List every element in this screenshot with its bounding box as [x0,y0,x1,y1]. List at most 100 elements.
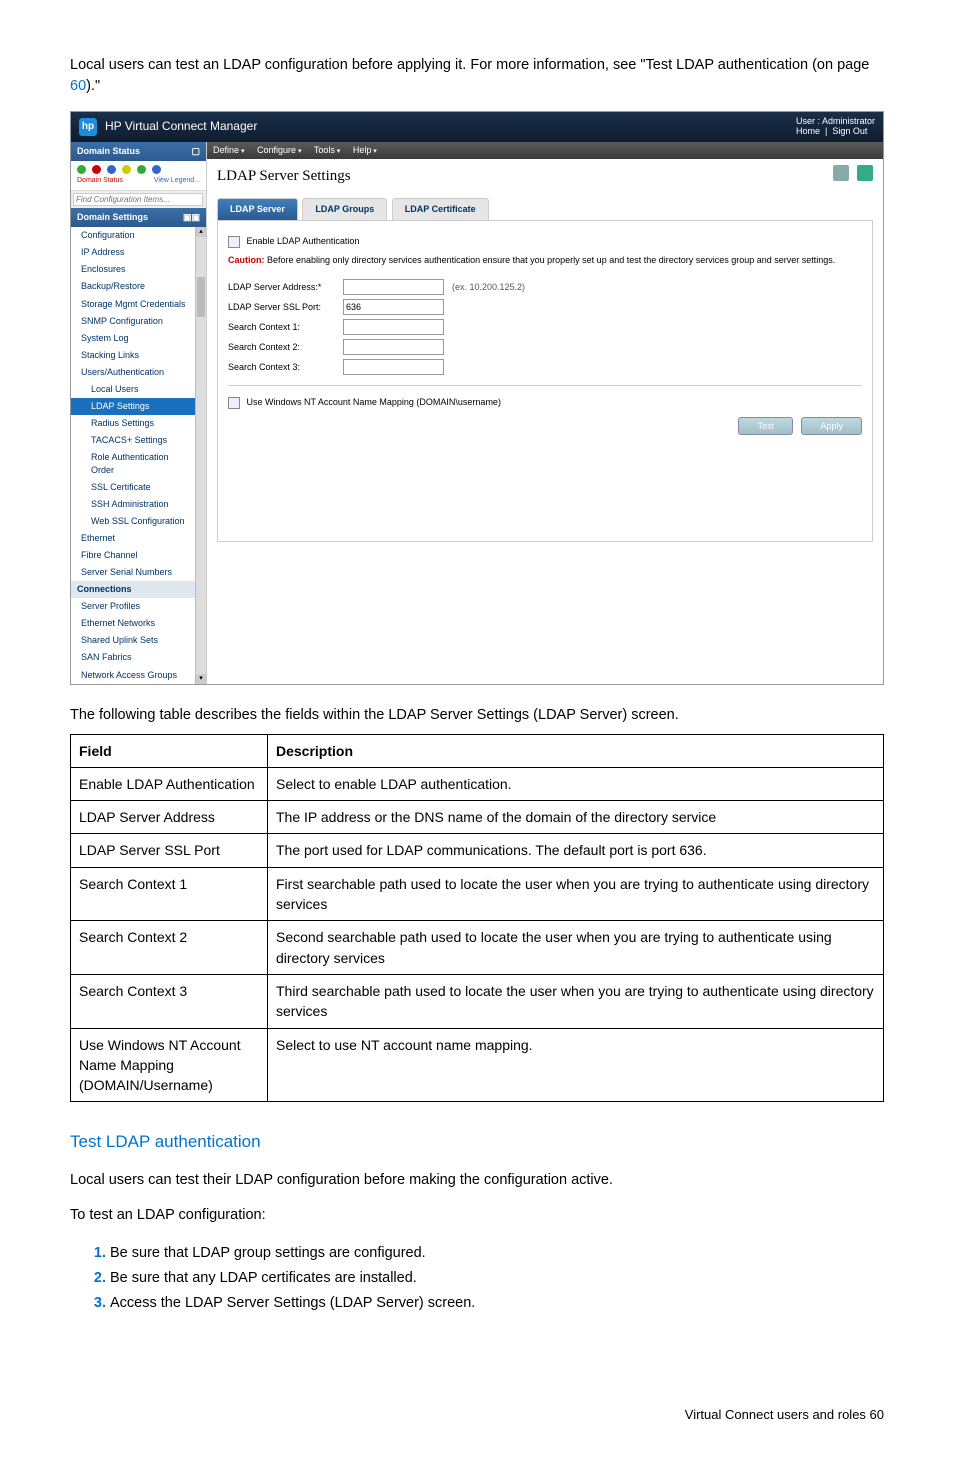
th-field: Field [71,734,268,767]
nav-ethernet[interactable]: Ethernet [71,530,195,547]
table-row: Search Context 2 [71,921,268,975]
table-row: Select to use NT account name mapping. [268,1028,884,1102]
nav-storage-mgmt[interactable]: Storage Mgmt Credentials [71,296,195,313]
nav-web-ssl[interactable]: Web SSL Configuration [71,513,195,530]
nav-configuration[interactable]: Configuration [71,227,195,244]
section-p1: Local users can test their LDAP configur… [70,1170,884,1191]
table-row: Search Context 3 [71,974,268,1028]
tab-bar: LDAP Server LDAP Groups LDAP Certificate [217,198,873,220]
status-warn-icon [122,165,131,174]
list-item: Access the LDAP Server Settings (LDAP Se… [110,1291,884,1316]
label-server-address: LDAP Server Address:* [228,281,343,294]
input-ssl-port[interactable] [343,299,444,315]
caution-text: Caution: Before enabling only directory … [228,254,862,267]
table-row: First searchable path used to locate the… [268,867,884,921]
input-sc1[interactable] [343,319,444,335]
nav-enclosures[interactable]: Enclosures [71,261,195,278]
vc-manager-screenshot: hp HP Virtual Connect Manager User : Adm… [70,111,884,685]
vc-sidebar: Domain Status ▢ Domain Status View Legen… [71,142,207,684]
tab-content: Enable LDAP Authentication Caution: Befo… [217,220,873,542]
input-sc3[interactable] [343,359,444,375]
nav-stacking-links[interactable]: Stacking Links [71,347,195,364]
menu-help[interactable]: Help [353,145,377,155]
nav-system-log[interactable]: System Log [71,330,195,347]
nav-eth-networks[interactable]: Ethernet Networks [71,615,195,632]
nav-san-fabrics[interactable]: SAN Fabrics [71,649,195,666]
vc-main-area: Define Configure Tools Help LDAP Server … [207,142,883,684]
intro-text-a: Local users can test an LDAP configurati… [70,57,869,73]
caution-body: Before enabling only directory services … [265,255,836,265]
tab-ldap-groups[interactable]: LDAP Groups [302,198,387,220]
separator [228,385,862,386]
table-row: Use Windows NT Account Name Mapping (DOM… [71,1028,268,1102]
nav-net-access[interactable]: Network Access Groups [71,667,195,684]
nav-tacacs[interactable]: TACACS+ Settings [71,432,195,449]
table-row: Search Context 1 [71,867,268,921]
find-input[interactable] [73,193,203,206]
collapse-icon[interactable]: ▢ [191,145,200,158]
label-sc3: Search Context 3: [228,361,343,374]
table-row: LDAP Server Address [71,801,268,834]
intro-text-b: )." [86,78,100,94]
table-row: LDAP Server SSL Port [71,834,268,867]
caution-prefix: Caution: [228,255,265,265]
menu-tools[interactable]: Tools [314,145,340,155]
sidebar-scrollbar[interactable]: ▴ ▾ [195,227,206,683]
nav-radius[interactable]: Radius Settings [71,415,195,432]
help-icon[interactable] [857,165,873,181]
vc-header-bar: hp HP Virtual Connect Manager User : Adm… [71,112,883,142]
tab-ldap-certificate[interactable]: LDAP Certificate [392,198,489,220]
domain-status-header: Domain Status ▢ [71,142,206,161]
page-title: LDAP Server Settings [217,166,351,188]
scroll-up-icon[interactable]: ▴ [196,227,206,237]
nav-users-auth[interactable]: Users/Authentication [71,364,195,381]
scroll-down-icon[interactable]: ▾ [196,674,206,684]
connections-header: Connections [71,581,195,598]
nav-ip-address[interactable]: IP Address [71,244,195,261]
input-server-address[interactable] [343,279,444,295]
nav-server-serial[interactable]: Server Serial Numbers [71,564,195,581]
enable-ldap-checkbox[interactable] [228,236,240,248]
table-row: Enable LDAP Authentication [71,767,268,800]
section-heading: Test LDAP authentication [70,1130,884,1155]
hp-logo-icon: hp [79,118,97,136]
th-description: Description [268,734,884,767]
menu-define[interactable]: Define [213,145,244,155]
nav-ssh-admin[interactable]: SSH Administration [71,496,195,513]
input-sc2[interactable] [343,339,444,355]
page-link-60[interactable]: 60 [70,78,86,94]
nt-mapping-checkbox[interactable] [228,397,240,409]
domain-status-title: Domain Status [77,145,140,158]
nav-ldap-settings[interactable]: LDAP Settings [71,398,195,415]
status-ok-icon [77,165,86,174]
between-paragraph: The following table describes the fields… [70,705,884,726]
nav-role-order[interactable]: Role Authentication Order [71,449,195,479]
section-icons: ▣▣ [183,211,200,224]
print-icon[interactable] [833,165,849,181]
label-sc1: Search Context 1: [228,321,343,334]
vc-signout-link[interactable]: Sign Out [832,126,867,136]
test-button[interactable]: Test [738,417,793,435]
scroll-thumb[interactable] [197,277,205,317]
status-refresh-icon [152,165,161,174]
apply-button[interactable]: Apply [801,417,862,435]
list-item: Be sure that any LDAP certificates are i… [110,1266,884,1291]
sidebar-nav-list: Configuration IP Address Enclosures Back… [71,227,195,683]
menu-configure[interactable]: Configure [257,145,302,155]
nav-shared-uplink[interactable]: Shared Uplink Sets [71,632,195,649]
tab-ldap-server[interactable]: LDAP Server [217,198,298,220]
nav-local-users[interactable]: Local Users [71,381,195,398]
steps-list: Be sure that LDAP group settings are con… [70,1241,884,1316]
section-p2: To test an LDAP configuration: [70,1205,884,1226]
nav-fibre-channel[interactable]: Fibre Channel [71,547,195,564]
status-ok2-icon [137,165,146,174]
domain-settings-header: Domain Settings ▣▣ [71,208,206,227]
view-legend-link[interactable]: View Legend... [154,177,200,184]
nav-backup-restore[interactable]: Backup/Restore [71,278,195,295]
nav-snmp[interactable]: SNMP Configuration [71,313,195,330]
nav-server-profiles[interactable]: Server Profiles [71,598,195,615]
nt-mapping-label: Use Windows NT Account Name Mapping (DOM… [247,397,501,407]
status-error-icon [92,165,101,174]
vc-home-link[interactable]: Home [796,126,820,136]
nav-ssl-cert[interactable]: SSL Certificate [71,479,195,496]
